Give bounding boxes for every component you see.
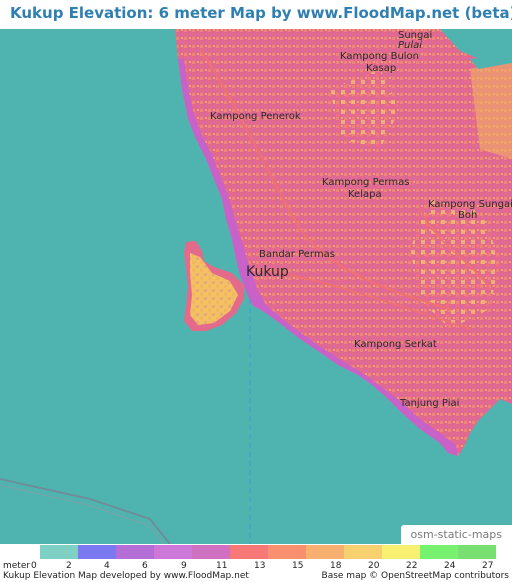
legend-swatch bbox=[154, 545, 192, 559]
legend-unit: meter bbox=[3, 561, 31, 571]
legend-swatch bbox=[40, 545, 78, 559]
basemap-credit[interactable]: Base map © OpenStreetMap contributors bbox=[322, 571, 509, 581]
place-label: Kampong Serkat bbox=[354, 339, 437, 350]
map-title: Kukup Elevation: 6 meter Map by www.Floo… bbox=[10, 4, 512, 22]
legend-tick: 20 bbox=[368, 561, 380, 571]
place-label: Kampong Permas bbox=[322, 177, 410, 188]
place-label: Kampong Bulon bbox=[340, 51, 420, 62]
legend-tick: 4 bbox=[104, 561, 110, 571]
legend-tick: 9 bbox=[181, 561, 187, 571]
legend-swatch bbox=[116, 545, 154, 559]
legend-swatch bbox=[420, 545, 458, 559]
legend-tick: 13 bbox=[254, 561, 266, 571]
legend-tick: 27 bbox=[482, 561, 494, 571]
elevation-map[interactable]: Sungai Pulai Kampong Bulon Kasap Kampong… bbox=[0, 29, 512, 544]
place-label: Kasap bbox=[366, 63, 397, 74]
legend-tick: 0 bbox=[31, 561, 37, 571]
legend-swatch bbox=[230, 545, 268, 559]
map-canvas bbox=[0, 29, 512, 544]
place-label: Boh bbox=[458, 210, 478, 221]
place-label-kukup: Kukup bbox=[246, 264, 289, 280]
title-bar: Kukup Elevation: 6 meter Map by www.Floo… bbox=[0, 0, 512, 29]
legend-swatch bbox=[344, 545, 382, 559]
elevation-legend: meter 0 2 4 6 9 11 13 15 18 20 22 24 27 … bbox=[0, 544, 512, 582]
legend-tick: 6 bbox=[142, 561, 148, 571]
legend-swatch bbox=[382, 545, 420, 559]
legend-swatch bbox=[268, 545, 306, 559]
legend-tick: 15 bbox=[292, 561, 304, 571]
place-label: Tanjung Piai bbox=[400, 398, 460, 409]
legend-swatch bbox=[192, 545, 230, 559]
legend-tick: 22 bbox=[406, 561, 418, 571]
place-label: Kampong Penerok bbox=[210, 111, 301, 122]
place-label: Kampong Sungai bbox=[428, 199, 512, 210]
legend-tick: 2 bbox=[66, 561, 72, 571]
legend-swatch bbox=[458, 545, 496, 559]
legend-tick: 18 bbox=[330, 561, 342, 571]
place-label: Bandar Permas bbox=[259, 249, 335, 260]
legend-swatch bbox=[306, 545, 344, 559]
legend-swatch bbox=[78, 545, 116, 559]
footer-credit[interactable]: Kukup Elevation Map developed by www.Flo… bbox=[3, 571, 249, 581]
osm-attribution: osm-static-maps bbox=[400, 525, 512, 544]
legend-tick: 11 bbox=[216, 561, 228, 571]
place-label: Kelapa bbox=[348, 189, 382, 200]
legend-tick: 24 bbox=[444, 561, 456, 571]
place-label: Pulai bbox=[398, 40, 423, 51]
